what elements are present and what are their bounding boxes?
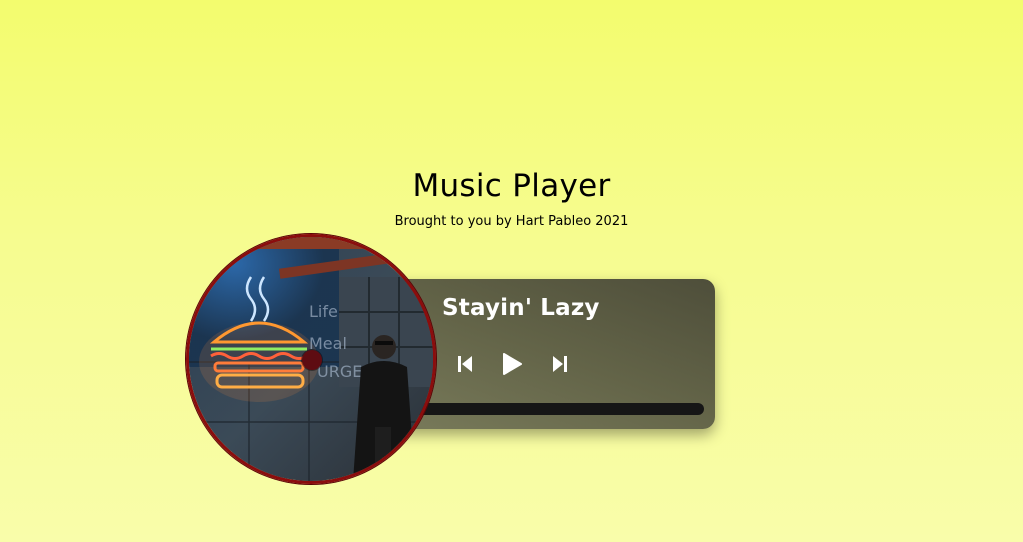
svg-text:Life: Life (309, 302, 338, 321)
skip-forward-icon (553, 356, 567, 372)
play-button[interactable] (498, 351, 526, 377)
page-title: Music Player (412, 168, 611, 204)
playback-controls (454, 351, 574, 377)
disc-center-hole (302, 350, 322, 370)
skip-back-icon (458, 356, 472, 372)
song-title: Stayin' Lazy (442, 295, 600, 321)
album-art-disc: Life Meal URGER (186, 234, 436, 484)
page-subtitle: Brought to you by Hart Pableo 2021 (394, 214, 629, 229)
previous-button[interactable] (454, 351, 476, 377)
next-button[interactable] (549, 351, 571, 377)
play-icon (503, 353, 522, 375)
